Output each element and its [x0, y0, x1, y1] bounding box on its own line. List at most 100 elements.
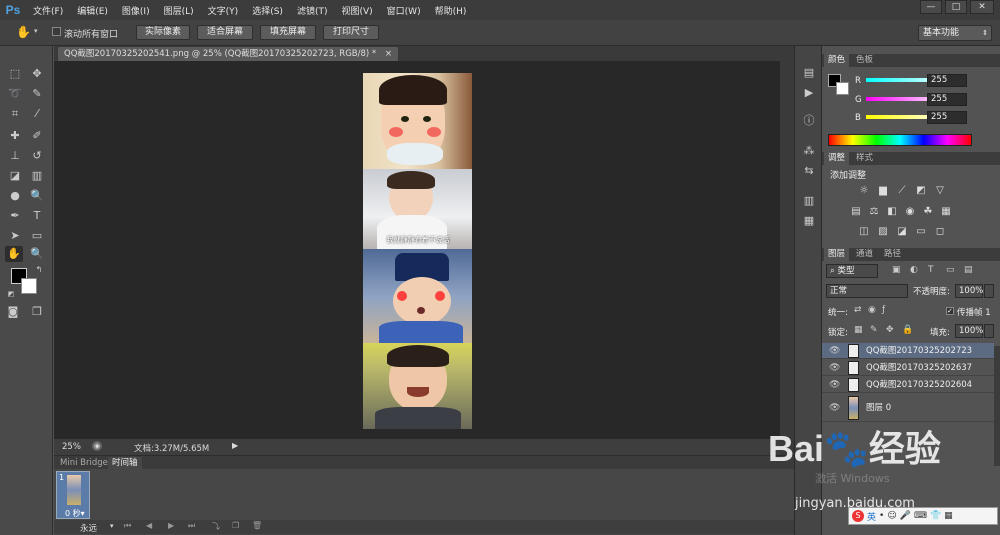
- tab-mini-bridge[interactable]: Mini Bridge: [56, 457, 112, 469]
- color-lookup-icon[interactable]: ▦: [940, 206, 952, 218]
- tab-channels[interactable]: 通道: [852, 248, 877, 261]
- posterize-icon[interactable]: ▨: [877, 226, 889, 238]
- brush-tool-icon[interactable]: ✐: [28, 128, 46, 144]
- workspace-dropdown[interactable]: 基本功能 ⇕: [918, 25, 992, 41]
- color-spectrum[interactable]: [828, 134, 972, 146]
- lock-position-icon[interactable]: ✥: [886, 325, 894, 335]
- visibility-eye-icon[interactable]: 👁: [829, 377, 840, 393]
- visibility-eye-icon[interactable]: 👁: [829, 394, 840, 422]
- lasso-tool-icon[interactable]: ➰: [6, 86, 24, 102]
- lock-all-icon[interactable]: 🔒: [902, 325, 913, 335]
- quick-select-tool-icon[interactable]: ✎: [28, 86, 46, 102]
- pen-tool-icon[interactable]: ✒: [6, 208, 24, 224]
- propagate-checkbox[interactable]: ✓: [946, 307, 954, 315]
- maximize-button[interactable]: □: [945, 0, 967, 14]
- tool-presets-icon[interactable]: ⇆: [801, 164, 817, 178]
- history-brush-icon[interactable]: ↺: [28, 148, 46, 164]
- tool-preset-chevron-icon[interactable]: ▾: [34, 27, 38, 35]
- type-tool-icon[interactable]: T: [28, 208, 46, 224]
- exposure-icon[interactable]: ◩: [915, 185, 927, 197]
- loop-option[interactable]: 永远: [80, 522, 97, 534]
- close-tab-icon[interactable]: ×: [385, 49, 392, 59]
- tab-swatches[interactable]: 色板: [852, 54, 877, 67]
- next-frame-icon[interactable]: ⏭: [188, 521, 195, 531]
- layer-filter-dropdown[interactable]: ⌕ 类型: [826, 264, 878, 278]
- lock-pixels-icon[interactable]: ✎: [870, 325, 878, 335]
- menu-filter[interactable]: 滤镜(T): [290, 4, 335, 17]
- ime-punctuation-icon[interactable]: •: [879, 511, 884, 521]
- document-image[interactable]: 我就静静看着不说话: [363, 73, 472, 429]
- channel-mixer-icon[interactable]: ☘: [922, 206, 934, 218]
- curves-icon[interactable]: ⟋: [896, 185, 908, 197]
- fill-screen-button[interactable]: 填充屏幕: [260, 25, 316, 40]
- lock-transparent-icon[interactable]: ▦: [854, 325, 863, 335]
- tab-styles[interactable]: 样式: [852, 152, 877, 165]
- invert-icon[interactable]: ◫: [858, 226, 870, 238]
- r-value[interactable]: 255: [927, 74, 967, 87]
- minimize-button[interactable]: —: [920, 0, 942, 14]
- unify-visibility-icon[interactable]: ◉: [868, 305, 876, 315]
- menu-window[interactable]: 窗口(W): [380, 4, 428, 17]
- scroll-all-checkbox[interactable]: [52, 27, 61, 36]
- canvas-area[interactable]: 我就静静看着不说话: [54, 61, 780, 439]
- ime-shirt-icon[interactable]: 👕: [930, 511, 941, 521]
- dodge-tool-icon[interactable]: 🔍: [28, 188, 46, 204]
- hand-tool-icon[interactable]: ✋: [16, 25, 31, 39]
- layer-row[interactable]: 👁 图层 0: [822, 394, 994, 422]
- zoom-level[interactable]: 25%: [62, 442, 81, 452]
- g-value[interactable]: 255: [927, 93, 967, 106]
- loop-chevron-icon[interactable]: ▾: [110, 522, 114, 530]
- menu-select[interactable]: 选择(S): [245, 4, 290, 17]
- duplicate-frame-icon[interactable]: ❐: [232, 521, 239, 530]
- filter-smart-icon[interactable]: ▤: [964, 265, 973, 275]
- color-balance-icon[interactable]: ⚖: [868, 206, 880, 218]
- gradient-map-icon[interactable]: ▭: [915, 226, 927, 238]
- background-color-swatch[interactable]: [21, 278, 37, 294]
- unify-position-icon[interactable]: ⇄: [854, 305, 862, 315]
- blur-tool-icon[interactable]: ●: [6, 188, 24, 204]
- tab-adjustments[interactable]: 调整: [824, 152, 850, 165]
- crop-tool-icon[interactable]: ⌗: [6, 106, 24, 122]
- eyedropper-tool-icon[interactable]: ⁄: [28, 106, 46, 122]
- opacity-chevron-icon[interactable]: [984, 284, 994, 298]
- info-panel-icon[interactable]: ⓘ: [801, 114, 817, 128]
- move-tool-icon[interactable]: ✥: [28, 66, 46, 82]
- selective-color-icon[interactable]: ◻: [934, 226, 946, 238]
- fit-screen-button[interactable]: 适合屏幕: [197, 25, 253, 40]
- blend-mode-dropdown[interactable]: 正常: [826, 284, 908, 298]
- menu-type[interactable]: 文字(Y): [201, 4, 246, 17]
- visibility-eye-icon[interactable]: 👁: [829, 343, 840, 359]
- rectangle-tool-icon[interactable]: ▭: [28, 228, 46, 244]
- path-select-tool-icon[interactable]: ➤: [6, 228, 24, 244]
- animation-frame[interactable]: 1 0 秒▾: [56, 471, 90, 519]
- tab-color[interactable]: 颜色: [824, 54, 850, 67]
- opacity-input[interactable]: 100%: [955, 284, 983, 298]
- print-size-button[interactable]: 打印尺寸: [323, 25, 379, 40]
- filter-shape-icon[interactable]: ▭: [946, 265, 955, 275]
- canvas-vertical-scrollbar[interactable]: [780, 61, 794, 455]
- ime-mic-icon[interactable]: 🎤: [900, 511, 911, 521]
- first-frame-icon[interactable]: ⏮: [124, 521, 131, 531]
- menu-image[interactable]: 图像(I): [115, 4, 157, 17]
- threshold-icon[interactable]: ◪: [896, 226, 908, 238]
- b-value[interactable]: 255: [927, 111, 967, 124]
- levels-icon[interactable]: ▆: [877, 185, 889, 197]
- close-window-button[interactable]: ✕: [970, 0, 994, 14]
- bg-color-chip[interactable]: [836, 82, 849, 95]
- play-icon[interactable]: ▶: [168, 521, 174, 530]
- photo-filter-icon[interactable]: ◉: [904, 206, 916, 218]
- marquee-tool-icon[interactable]: ⬚: [6, 66, 24, 82]
- ime-language[interactable]: 英: [867, 510, 876, 523]
- tab-timeline[interactable]: 时间轴: [108, 457, 142, 469]
- eraser-tool-icon[interactable]: ◪: [6, 168, 24, 184]
- status-arrow-icon[interactable]: ▶: [232, 441, 238, 450]
- document-tab[interactable]: QQ截图20170325202541.png @ 25% (QQ截图201703…: [58, 47, 398, 61]
- layer-row[interactable]: 👁 QQ截图20170325202637: [822, 360, 994, 376]
- clone-stamp-icon[interactable]: ⊥: [6, 148, 24, 164]
- menu-file[interactable]: 文件(F): [26, 4, 70, 17]
- delete-frame-icon[interactable]: 🗑: [252, 521, 262, 530]
- brush-panel-icon[interactable]: ⁂: [801, 144, 817, 158]
- ime-toolbar[interactable]: S 英 • ☺ 🎤 ⌨ 👕 ▦: [848, 507, 998, 525]
- hue-saturation-icon[interactable]: ▤: [850, 206, 862, 218]
- layer-row[interactable]: 👁 QQ截图20170325202723: [822, 343, 994, 359]
